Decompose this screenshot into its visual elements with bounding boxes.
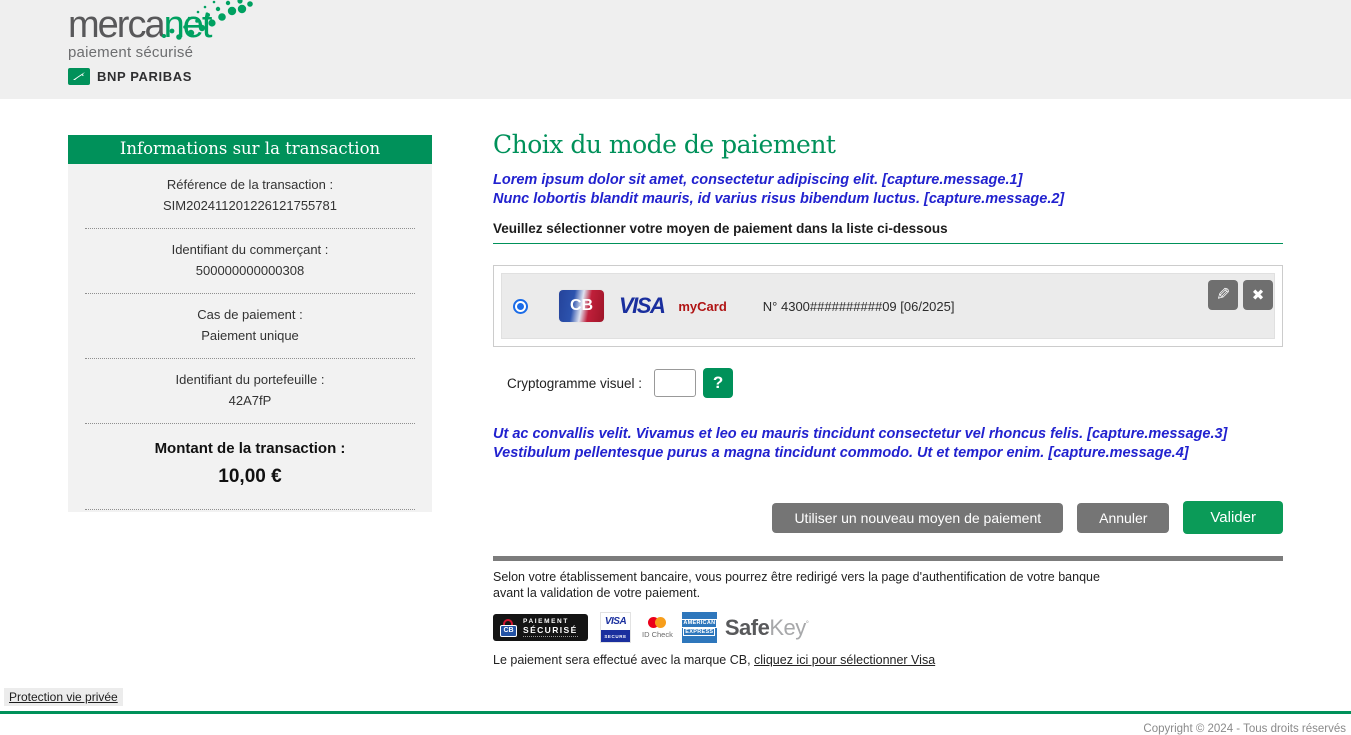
- cb-badge-line1: PAIEMENT: [523, 618, 578, 625]
- amount-value: 10,00 €: [85, 466, 415, 488]
- cb-paiement-securise-badge: CB PAIEMENT SÉCURISÉ: [493, 614, 588, 641]
- brand-note: Le paiement sera effectué avec la marque…: [493, 653, 1283, 667]
- payment-case-row: Cas de paiement : Paiement unique: [85, 294, 415, 359]
- card-alias: myCard: [678, 299, 726, 314]
- card-actions: ✎ ✖: [1208, 280, 1273, 310]
- cb-badge-text: PAIEMENT SÉCURISÉ: [523, 618, 578, 637]
- transaction-reference-row: Référence de la transaction : SIM2024112…: [85, 164, 415, 229]
- dots-spray-icon: [156, 0, 256, 42]
- gray-separator: [493, 556, 1283, 561]
- visa-secure-badge: VISA SECURE: [600, 612, 631, 643]
- select-instruction: Veuillez sélectionner votre moyen de pai…: [493, 221, 1283, 236]
- redirect-note: Selon votre établissement bancaire, vous…: [493, 569, 1283, 601]
- privacy-link[interactable]: Protection vie privée: [4, 688, 123, 706]
- field-label: Identifiant du commerçant :: [85, 242, 415, 257]
- field-value: 42A7fP: [85, 393, 415, 408]
- transaction-info-body: Référence de la transaction : SIM2024112…: [68, 164, 432, 512]
- visa-logo: VISA: [619, 293, 664, 319]
- redirect-note-line2: avant la validation de votre paiement.: [493, 585, 1283, 601]
- capture-message-1: Lorem ipsum dolor sit amet, consectetur …: [493, 171, 1283, 190]
- redirect-note-line1: Selon votre établissement bancaire, vous…: [493, 569, 1283, 585]
- capture-message-3: Ut ac convallis velit. Vivamus et leo eu…: [493, 425, 1283, 444]
- lock-body: CB: [500, 625, 517, 637]
- cryptogram-help-button[interactable]: ?: [703, 368, 733, 398]
- amount-label: Montant de la transaction :: [85, 440, 415, 457]
- select-visa-link[interactable]: cliquez ici pour sélectionner Visa: [754, 653, 935, 667]
- card-radio[interactable]: [513, 299, 528, 314]
- delete-card-button[interactable]: ✖: [1243, 280, 1273, 310]
- field-label: Référence de la transaction :: [85, 177, 415, 192]
- card-number: N° 4300##########09 [06/2025]: [763, 299, 955, 314]
- copyright-text: Copyright © 2024 - Tous droits réservés: [1143, 723, 1346, 735]
- cryptogram-row: Cryptogramme visuel : ?: [507, 368, 1283, 398]
- field-value: 500000000000308: [85, 263, 415, 278]
- cancel-button[interactable]: Annuler: [1077, 503, 1169, 533]
- action-buttons-row: Utiliser un nouveau moyen de paiement An…: [493, 501, 1283, 534]
- cb-lock-icon: CB: [500, 619, 517, 638]
- idcheck-label: ID Check: [642, 630, 673, 639]
- page-title: Choix du mode de paiement: [493, 130, 1283, 159]
- transaction-info-panel: Informations sur la transaction Référenc…: [68, 135, 432, 512]
- edit-card-button[interactable]: ✎: [1208, 280, 1238, 310]
- card-radio-dot: [517, 303, 524, 310]
- bnp-name: BNP PARIBAS: [97, 69, 192, 84]
- cb-card-logo: CB: [559, 290, 604, 322]
- amex-line2: EXPRESS: [683, 628, 715, 637]
- safekey-bold: Safe: [725, 615, 769, 640]
- capture-message-2: Nunc lobortis blandit mauris, id varius …: [493, 190, 1283, 209]
- field-value: SIM202411201226121755781: [85, 198, 415, 213]
- bnp-emblem-icon: [68, 68, 90, 85]
- mercanet-logo: mercanet paiement sécurisé: [68, 6, 210, 85]
- field-label: Cas de paiement :: [85, 307, 415, 322]
- green-divider: [493, 243, 1283, 244]
- mercanet-wordmark: mercanet: [68, 6, 210, 46]
- merchant-id-row: Identifiant du commerçant : 500000000000…: [85, 229, 415, 294]
- safekey-reg: °: [806, 619, 809, 628]
- field-value: Paiement unique: [85, 328, 415, 343]
- header-bar: mercanet paiement sécurisé: [0, 0, 1351, 99]
- validate-button[interactable]: Valider: [1183, 501, 1283, 534]
- wallet-id-row: Identifiant du portefeuille : 42A7fP: [85, 359, 415, 424]
- mastercard-idcheck-badge: ID Check: [642, 617, 673, 639]
- mastercard-circles-icon: [648, 617, 666, 628]
- cb-badge-line2: SÉCURISÉ: [523, 625, 578, 637]
- close-icon: ✖: [1252, 286, 1265, 304]
- security-logos-row: CB PAIEMENT SÉCURISÉ VISA SECURE ID Chec…: [493, 612, 1283, 643]
- visa-secure-wordmark: VISA: [601, 613, 630, 630]
- visa-secure-label: SECURE: [601, 630, 630, 642]
- payment-method-box: CB VISA myCard N° 4300##########09 [06/2…: [493, 265, 1283, 347]
- logo-tagline: paiement sécurisé: [68, 44, 210, 61]
- cryptogram-label: Cryptogramme visuel :: [507, 376, 642, 391]
- payment-choice-main: Choix du mode de paiement Lorem ipsum do…: [493, 130, 1283, 667]
- transaction-info-title: Informations sur la transaction: [68, 135, 432, 164]
- field-label: Identifiant du portefeuille :: [85, 372, 415, 387]
- pencil-icon: ✎: [1216, 285, 1230, 305]
- saved-card-row[interactable]: CB VISA myCard N° 4300##########09 [06/2…: [501, 273, 1275, 339]
- safekey-light: Key: [769, 615, 805, 640]
- footer-green-line: [0, 711, 1351, 714]
- brand-note-text: Le paiement sera effectué avec la marque…: [493, 653, 754, 667]
- amex-badge: AMERICAN EXPRESS: [682, 612, 717, 643]
- capture-message-4: Vestibulum pellentesque purus a magna ti…: [493, 444, 1283, 463]
- amex-line1: AMERICAN: [681, 619, 717, 628]
- bnp-paribas-logo: BNP PARIBAS: [68, 68, 210, 85]
- wordmark-gray: merca: [68, 4, 164, 46]
- cryptogram-input[interactable]: [654, 369, 696, 397]
- transaction-amount-row: Montant de la transaction : 10,00 €: [85, 424, 415, 510]
- new-payment-method-button[interactable]: Utiliser un nouveau moyen de paiement: [772, 503, 1063, 533]
- safekey-badge: SafeKey°: [725, 615, 809, 641]
